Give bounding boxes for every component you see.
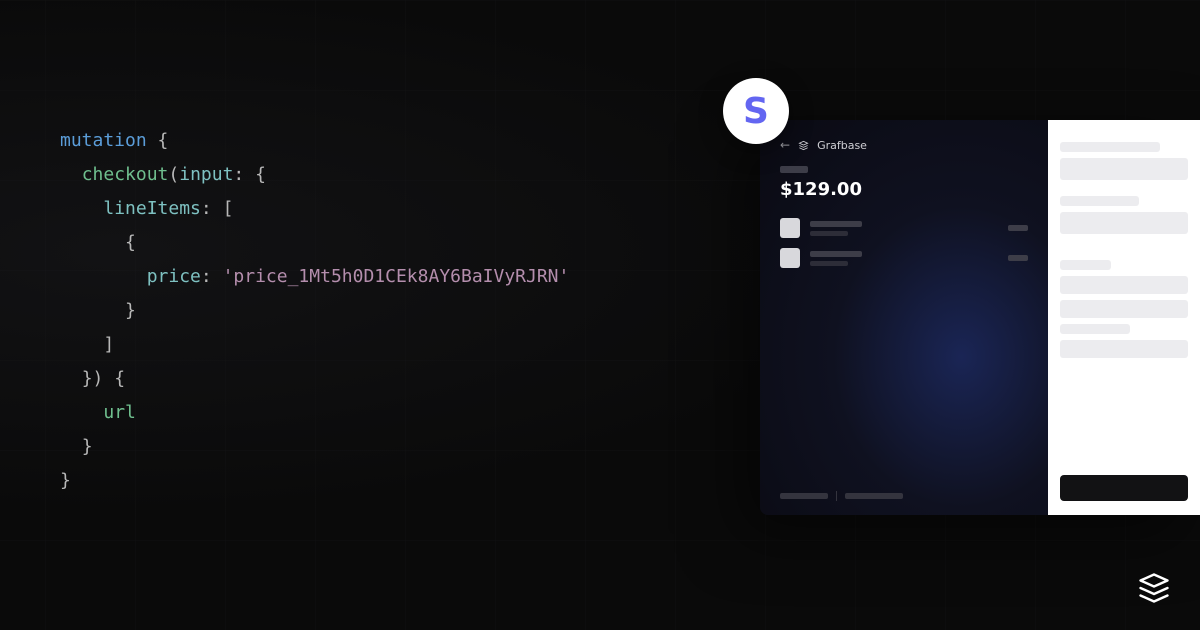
- price-label-placeholder: [780, 166, 808, 173]
- form-input-placeholder[interactable]: [1060, 340, 1188, 358]
- checkout-footer: [780, 491, 1028, 501]
- code-key: lineItems: [103, 198, 201, 219]
- code-string: 'price_1Mt5h0D1CEk8AY6BaIVyRJRN': [223, 266, 570, 287]
- merchant-logo-icon: [798, 140, 809, 151]
- stripe-badge-letter: S: [743, 91, 769, 132]
- form-input-placeholder[interactable]: [1060, 300, 1188, 318]
- code-key: price: [147, 266, 201, 287]
- graphql-code-snippet: mutation { checkout(input: { lineItems: …: [60, 90, 569, 498]
- merchant-name: Grafbase: [817, 139, 867, 152]
- form-placeholder: [1060, 260, 1111, 270]
- form-input-placeholder[interactable]: [1060, 158, 1188, 180]
- item-desc-placeholder: [810, 231, 848, 236]
- item-name-placeholder: [810, 221, 862, 227]
- pay-button[interactable]: [1060, 475, 1188, 501]
- line-item: [780, 218, 1028, 238]
- form-input-placeholder[interactable]: [1060, 276, 1188, 294]
- checkout-summary-panel: ← Grafbase $129.00: [760, 120, 1048, 515]
- item-thumbnail: [780, 218, 800, 238]
- checkout-form-panel: [1048, 120, 1200, 515]
- form-placeholder: [1060, 196, 1139, 206]
- checkout-header: ← Grafbase: [780, 138, 1028, 152]
- form-placeholder: [1060, 142, 1160, 152]
- code-field: url: [103, 402, 136, 423]
- grafbase-logo-icon: [1136, 570, 1172, 606]
- checkout-preview: ← Grafbase $129.00: [760, 120, 1200, 515]
- checkout-total-price: $129.00: [780, 179, 1028, 200]
- stripe-badge: S: [723, 78, 789, 144]
- form-placeholder: [1060, 324, 1130, 334]
- code-function: checkout: [82, 164, 169, 185]
- item-price-placeholder: [1008, 255, 1028, 261]
- back-arrow-icon[interactable]: ←: [780, 138, 790, 152]
- item-desc-placeholder: [810, 261, 848, 266]
- code-keyword: mutation: [60, 130, 147, 151]
- item-thumbnail: [780, 248, 800, 268]
- form-input-placeholder[interactable]: [1060, 212, 1188, 234]
- line-item: [780, 248, 1028, 268]
- item-name-placeholder: [810, 251, 862, 257]
- item-price-placeholder: [1008, 225, 1028, 231]
